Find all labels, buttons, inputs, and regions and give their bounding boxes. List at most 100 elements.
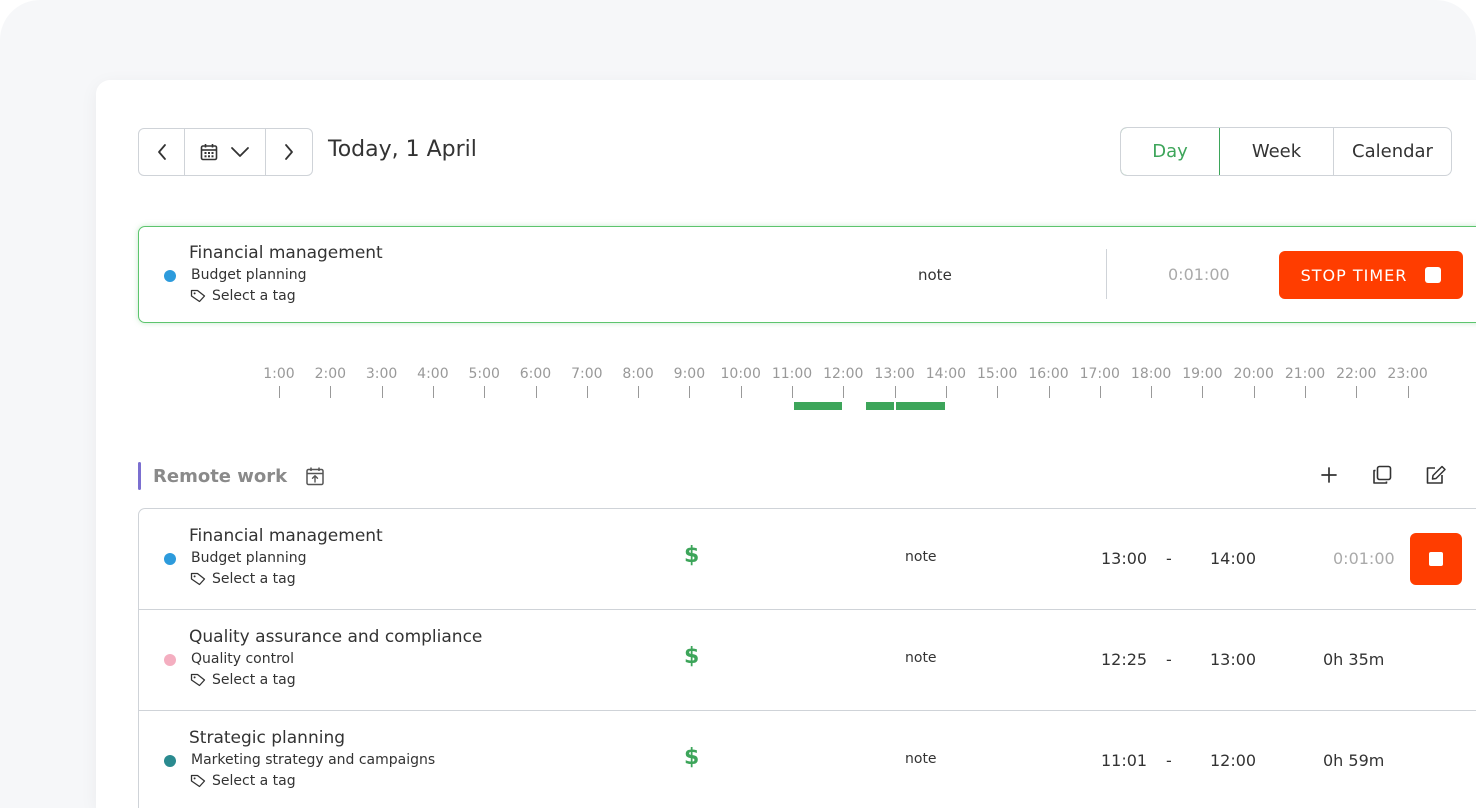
tag-placeholder: Select a tag	[212, 773, 296, 789]
entry-end-time[interactable]: 12:00	[1210, 751, 1256, 770]
entry-tag-selector[interactable]: Select a tag	[190, 672, 296, 688]
entry-end-time[interactable]: 14:00	[1210, 549, 1256, 568]
billable-dollar-icon[interactable]: $	[684, 745, 699, 770]
entry-duration: 0:01:00	[1333, 549, 1395, 568]
project-color-dot	[164, 553, 176, 565]
timeline-hour-label: 1:00	[263, 366, 295, 382]
entry-stop-button[interactable]	[1410, 533, 1462, 585]
entry-task-name[interactable]: Budget planning	[191, 550, 307, 566]
timer-task-name[interactable]: Budget planning	[191, 267, 307, 283]
entry-note[interactable]: note	[905, 650, 937, 666]
timeline-hour-label: 13:00	[874, 366, 915, 382]
entry-tag-selector[interactable]: Select a tag	[190, 571, 296, 587]
entry-task-name[interactable]: Marketing strategy and campaigns	[191, 752, 435, 768]
running-timer-card: Financial management Budget planning Sel…	[138, 226, 1476, 323]
timeline-tick	[1407, 386, 1409, 398]
timeline-tick	[1253, 386, 1255, 398]
time-separator: -	[1166, 549, 1172, 568]
timer-project-name[interactable]: Financial management	[189, 243, 383, 263]
timeline-tick	[1202, 386, 1204, 398]
timeline-hour-label: 15:00	[977, 366, 1018, 382]
entry-duration: 0h 59m	[1323, 751, 1385, 770]
entry-start-time[interactable]: 11:01	[1101, 751, 1147, 770]
tab-calendar[interactable]: Calendar	[1334, 128, 1451, 175]
timeline-tick	[586, 386, 588, 398]
entry-note[interactable]: note	[905, 751, 937, 767]
day-timeline: 1:00 2:00 3:00 4:00 5:00 6:00 7:00 8:00 9:00 10:0…	[96, 360, 1476, 420]
timeline-tick	[1099, 386, 1101, 398]
timeline-entry-bar[interactable]	[895, 402, 945, 410]
calendar-picker-button[interactable]	[185, 129, 266, 175]
calendar-export-icon[interactable]	[305, 466, 325, 486]
time-separator: -	[1166, 650, 1172, 669]
tag-icon	[190, 673, 206, 687]
tag-placeholder: Select a tag	[212, 571, 296, 587]
timeline-tick	[1048, 386, 1050, 398]
timeline-hour-label: 18:00	[1130, 366, 1172, 382]
current-date-label: Today, 1 April	[328, 137, 477, 162]
timeline-hour-label: 3:00	[365, 366, 398, 382]
group-color-bar	[138, 462, 141, 490]
copy-icon	[1373, 465, 1392, 484]
add-entry-button[interactable]	[1318, 464, 1340, 486]
timeline-tick	[432, 386, 434, 398]
timeline-tick	[1356, 386, 1358, 398]
tag-icon	[190, 289, 206, 303]
timeline-hour-label: 4:00	[417, 366, 449, 382]
duplicate-button[interactable]	[1371, 464, 1393, 486]
time-entry-row[interactable]: Strategic planning Marketing strategy an…	[139, 711, 1476, 808]
timeline-tick	[997, 386, 999, 398]
timeline-hour-label: 23:00	[1387, 366, 1428, 382]
plus-icon	[1321, 467, 1337, 483]
view-switcher: Day Week Calendar	[1120, 127, 1452, 176]
previous-day-button[interactable]	[139, 129, 185, 175]
timeline-tick	[535, 386, 537, 398]
tab-day[interactable]: Day	[1121, 128, 1220, 175]
stop-timer-label: STOP TIMER	[1300, 265, 1408, 285]
entry-project-name[interactable]: Financial management	[189, 526, 383, 546]
entry-task-name[interactable]: Quality control	[191, 651, 294, 667]
timeline-hour-label: 21:00	[1284, 366, 1326, 382]
timeline-tick	[1305, 386, 1306, 398]
billable-dollar-icon[interactable]: $	[684, 543, 699, 568]
group-title: Remote work	[153, 465, 288, 487]
entry-start-time[interactable]: 13:00	[1101, 549, 1147, 568]
timeline-tick	[484, 386, 486, 398]
timeline-tick	[381, 386, 383, 398]
entry-project-name[interactable]: Quality assurance and compliance	[189, 627, 482, 647]
time-entry-row[interactable]: Financial management Budget planning Sel…	[139, 509, 1476, 610]
edit-button[interactable]	[1424, 464, 1448, 486]
entry-start-time[interactable]: 12:25	[1101, 650, 1147, 669]
stop-icon	[1429, 552, 1443, 566]
timeline-tick	[894, 386, 896, 398]
entry-tag-selector[interactable]: Select a tag	[190, 773, 296, 789]
tag-placeholder: Select a tag	[212, 672, 296, 688]
timeline-entry-bar[interactable]	[793, 402, 843, 410]
timer-divider	[1106, 249, 1107, 299]
next-day-button[interactable]	[266, 129, 312, 175]
timeline-tick	[843, 386, 845, 398]
timer-tag-selector[interactable]: Select a tag	[190, 288, 296, 304]
billable-dollar-icon[interactable]: $	[684, 644, 699, 669]
chevron-right-icon	[285, 144, 293, 160]
chevron-left-icon	[157, 144, 166, 160]
timeline-entry-bar[interactable]	[865, 402, 894, 410]
timeline-tick	[638, 386, 640, 398]
entry-end-time[interactable]: 13:00	[1210, 650, 1256, 669]
project-color-dot	[164, 755, 176, 767]
time-entry-row[interactable]: Quality assurance and compliance Quality…	[139, 610, 1476, 711]
tag-icon	[190, 774, 206, 788]
entry-note[interactable]: note	[905, 549, 937, 565]
timeline-hour-label: 16:00	[1028, 366, 1069, 382]
timeline-tick	[689, 386, 691, 398]
date-navigator	[138, 128, 313, 176]
timer-note[interactable]: note	[918, 266, 952, 284]
entry-project-name[interactable]: Strategic planning	[189, 728, 345, 748]
tab-week[interactable]: Week	[1220, 128, 1334, 175]
stop-timer-button[interactable]: STOP TIMER	[1279, 251, 1463, 299]
timeline-tick	[279, 386, 280, 398]
timeline-hour-label: 14:00	[925, 366, 967, 382]
timeline-hour-label: 11:00	[771, 366, 813, 382]
timeline-hour-label: 10:00	[720, 366, 761, 382]
timeline-hour-label: 12:00	[823, 366, 864, 382]
